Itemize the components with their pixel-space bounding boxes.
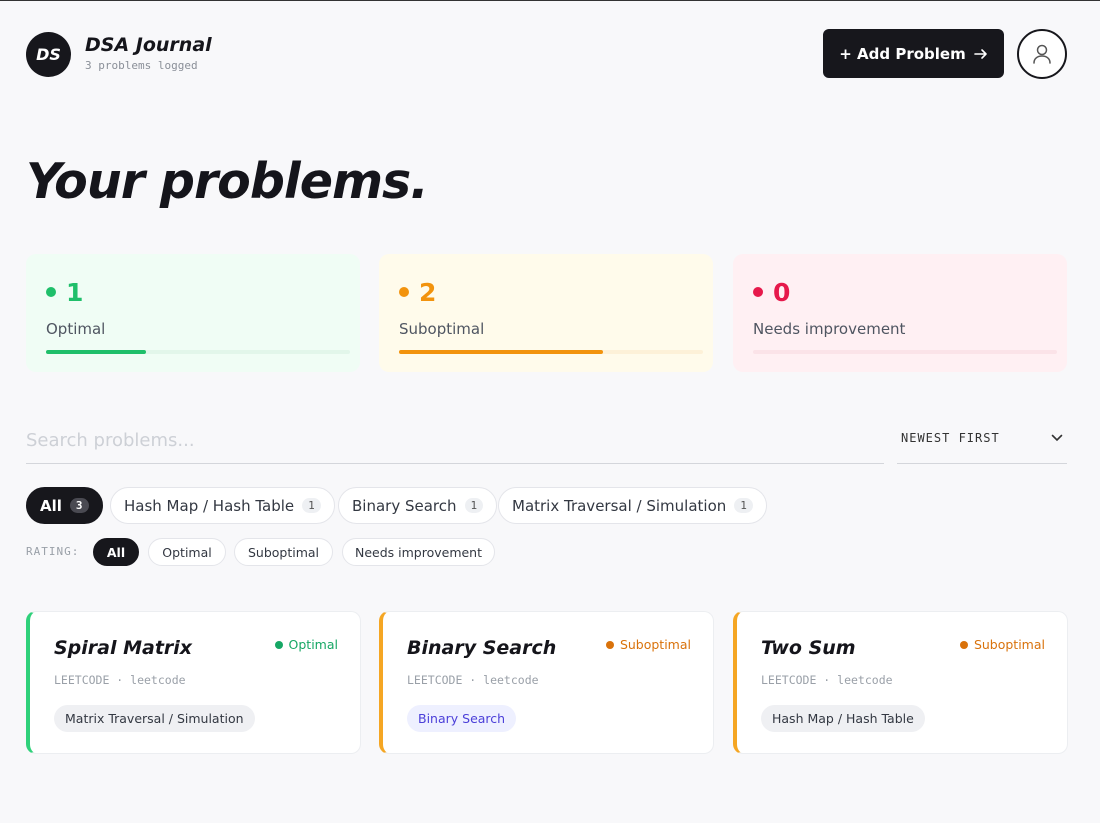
stat-card-needs-improvement: 0 Needs improvement xyxy=(733,254,1067,372)
status-text: Suboptimal xyxy=(619,637,691,652)
problem-status-badge: Optimal xyxy=(274,637,338,652)
problem-card[interactable]: Spiral Matrix Optimal LEETCODE · leetcode M… xyxy=(26,611,361,754)
problem-title: Two Sum xyxy=(761,637,856,659)
stat-count: 1 xyxy=(66,277,84,307)
status-dot-icon xyxy=(753,287,763,297)
stat-count-row: 0 xyxy=(753,276,1047,308)
rating-chip-suboptimal[interactable]: Suboptimal xyxy=(234,538,333,566)
stat-card-suboptimal: 2 Suboptimal xyxy=(379,254,713,372)
problem-title: Binary Search xyxy=(407,637,557,659)
arrow-right-icon xyxy=(973,48,987,59)
problem-topic-tag: Hash Map / Hash Table xyxy=(761,705,925,732)
user-avatar-button[interactable] xyxy=(1017,29,1067,79)
problem-card[interactable]: Binary Search Suboptimal LEETCODE · leetco… xyxy=(379,611,714,754)
chevron-down-icon xyxy=(1051,434,1063,441)
problem-status-badge: Suboptimal xyxy=(959,637,1045,652)
problem-source: LEETCODE · leetcode xyxy=(407,673,539,687)
chip-count-badge: 1 xyxy=(734,498,753,513)
stat-label: Optimal xyxy=(46,320,106,338)
stat-label: Suboptimal xyxy=(399,320,485,338)
problem-source: LEETCODE · leetcode xyxy=(761,673,893,687)
status-text: Optimal xyxy=(288,637,338,652)
category-chip-matrix-traversal-simulation[interactable]: Matrix Traversal / Simulation 1 xyxy=(498,487,767,524)
rating-chip-needs-improvement[interactable]: Needs improvement xyxy=(342,538,495,566)
stat-label: Needs improvement xyxy=(753,320,906,338)
stat-count-row: 2 xyxy=(399,276,693,308)
search-input[interactable] xyxy=(26,418,884,464)
chip-label: Binary Search xyxy=(352,496,457,515)
stat-progress-track xyxy=(399,350,703,354)
app-logo: DS xyxy=(26,32,71,77)
status-dot-icon xyxy=(605,640,614,649)
stat-progress-track xyxy=(46,350,350,354)
stat-count: 0 xyxy=(773,277,791,307)
problems-count-subtitle: 3 problems logged xyxy=(85,59,198,72)
problem-title: Spiral Matrix xyxy=(54,637,193,659)
stat-count: 2 xyxy=(419,277,437,307)
rating-label: RATING: xyxy=(26,545,80,558)
chip-label: Hash Map / Hash Table xyxy=(124,496,295,515)
status-text: Suboptimal xyxy=(973,637,1045,652)
logo-text: DS xyxy=(36,45,61,64)
status-dot-icon xyxy=(399,287,409,297)
stat-card-optimal: 1 Optimal xyxy=(26,254,360,372)
app-title: DSA Journal xyxy=(85,34,212,56)
category-chip-hash-map-hash-table[interactable]: Hash Map / Hash Table 1 xyxy=(110,487,335,524)
stat-count-row: 1 xyxy=(46,276,340,308)
stat-progress-fill xyxy=(46,350,147,354)
problem-card[interactable]: Two Sum Suboptimal LEETCODE · leetcode Hash… xyxy=(733,611,1068,754)
category-chip-binary-search[interactable]: Binary Search 1 xyxy=(338,487,498,524)
sort-value: NEWEST FIRST xyxy=(901,430,1000,445)
rating-chip-optimal[interactable]: Optimal xyxy=(148,538,226,566)
problem-status-badge: Suboptimal xyxy=(605,637,691,652)
chip-count-badge: 3 xyxy=(69,498,89,513)
problem-topic-tag: Matrix Traversal / Simulation xyxy=(54,705,255,732)
chip-label: All xyxy=(40,496,62,515)
page-title: Your problems. xyxy=(26,153,429,210)
chip-count-badge: 1 xyxy=(464,498,484,513)
chip-count-badge: 1 xyxy=(302,498,321,513)
sort-select[interactable]: NEWEST FIRST xyxy=(897,418,1067,464)
status-dot-icon xyxy=(274,640,283,649)
problem-source: LEETCODE · leetcode xyxy=(54,673,186,687)
stat-progress-fill xyxy=(399,350,603,354)
problem-topic-tag: Binary Search xyxy=(407,705,517,732)
category-chip-all[interactable]: All 3 xyxy=(26,487,103,524)
add-problem-button[interactable]: + Add Problem xyxy=(823,29,1004,78)
chip-label: Matrix Traversal / Simulation xyxy=(512,496,727,515)
status-dot-icon xyxy=(46,287,56,297)
status-dot-icon xyxy=(959,640,968,649)
rating-chip-all[interactable]: All xyxy=(93,538,139,566)
stat-progress-track xyxy=(753,350,1057,354)
user-icon xyxy=(1033,44,1051,64)
add-problem-label: + Add Problem xyxy=(839,44,966,63)
